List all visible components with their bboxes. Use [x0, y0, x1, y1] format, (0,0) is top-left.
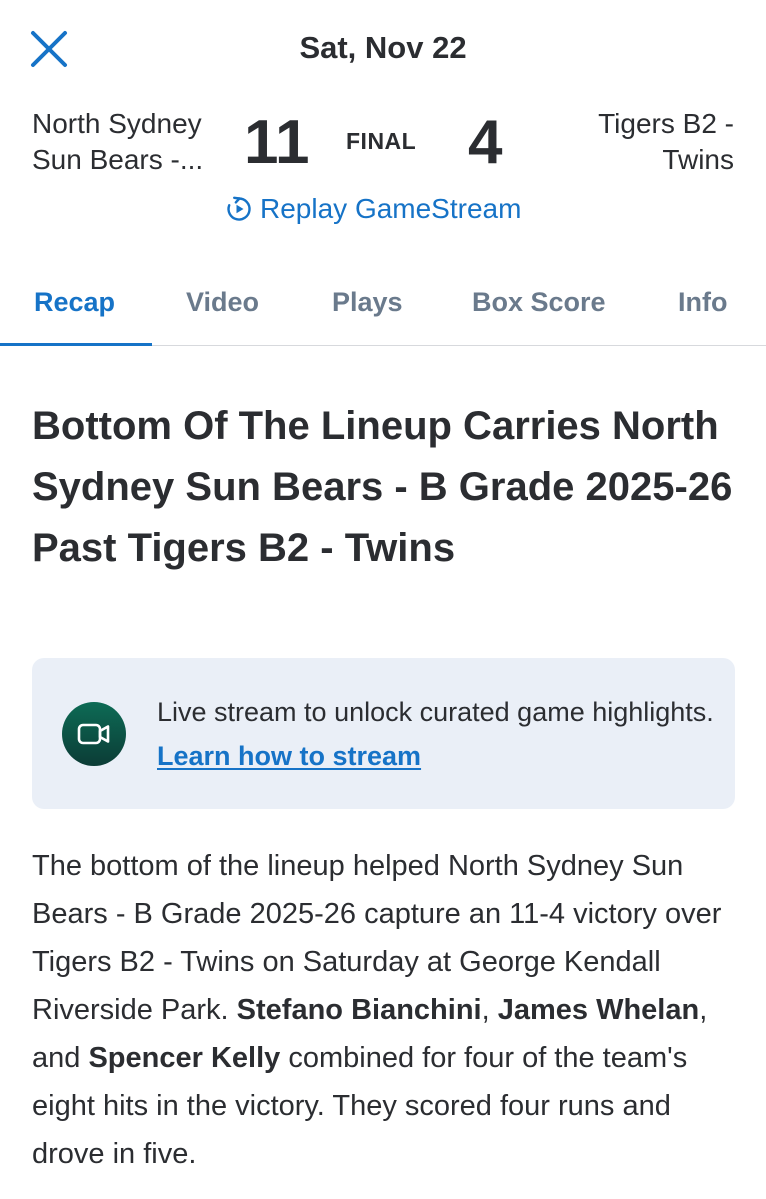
player-link-3[interactable]: Spencer Kelly — [88, 1042, 280, 1074]
tab-video[interactable]: Video — [186, 287, 259, 318]
scroll-fade — [0, 1163, 766, 1199]
home-team-name[interactable]: North Sydney Sun Bears -... — [32, 106, 232, 178]
promo-text: Live stream to unlock curated game highl… — [157, 697, 714, 727]
tab-bar: Recap Video Plays Box Score Info — [0, 270, 766, 346]
tab-plays[interactable]: Plays — [332, 287, 403, 318]
learn-how-to-stream-link[interactable]: Learn how to stream — [157, 741, 421, 771]
active-tab-indicator — [0, 343, 152, 346]
tab-recap[interactable]: Recap — [34, 287, 115, 318]
player-link-1[interactable]: Stefano Bianchini — [237, 994, 482, 1026]
game-status: FINAL — [346, 128, 417, 154]
player-link-2[interactable]: James Whelan — [498, 994, 699, 1026]
replay-label: Replay GameStream — [260, 193, 522, 224]
home-score: 11 — [244, 108, 310, 177]
replay-icon — [227, 196, 251, 221]
video-camera-icon — [62, 702, 126, 766]
tab-info[interactable]: Info — [678, 287, 727, 318]
away-team-name[interactable]: Tigers B2 - Twins — [534, 106, 734, 178]
article-body: The bottom of the lineup helped North Sy… — [32, 842, 744, 1178]
game-date: Sat, Nov 22 — [299, 30, 467, 65]
replay-gamestream-button[interactable]: Replay GameStream — [226, 190, 521, 228]
separator: , — [481, 994, 498, 1026]
promo-message: Live stream to unlock curated game highl… — [157, 690, 717, 778]
game-recap-screen: Sat, Nov 22 North Sydney Sun Bears -... … — [0, 0, 766, 1199]
article-headline: Bottom Of The Lineup Carries North Sydne… — [32, 404, 733, 570]
away-score: 4 — [468, 108, 503, 177]
stream-promo-card: Live stream to unlock curated game highl… — [32, 658, 735, 809]
tab-box-score[interactable]: Box Score — [472, 287, 606, 318]
